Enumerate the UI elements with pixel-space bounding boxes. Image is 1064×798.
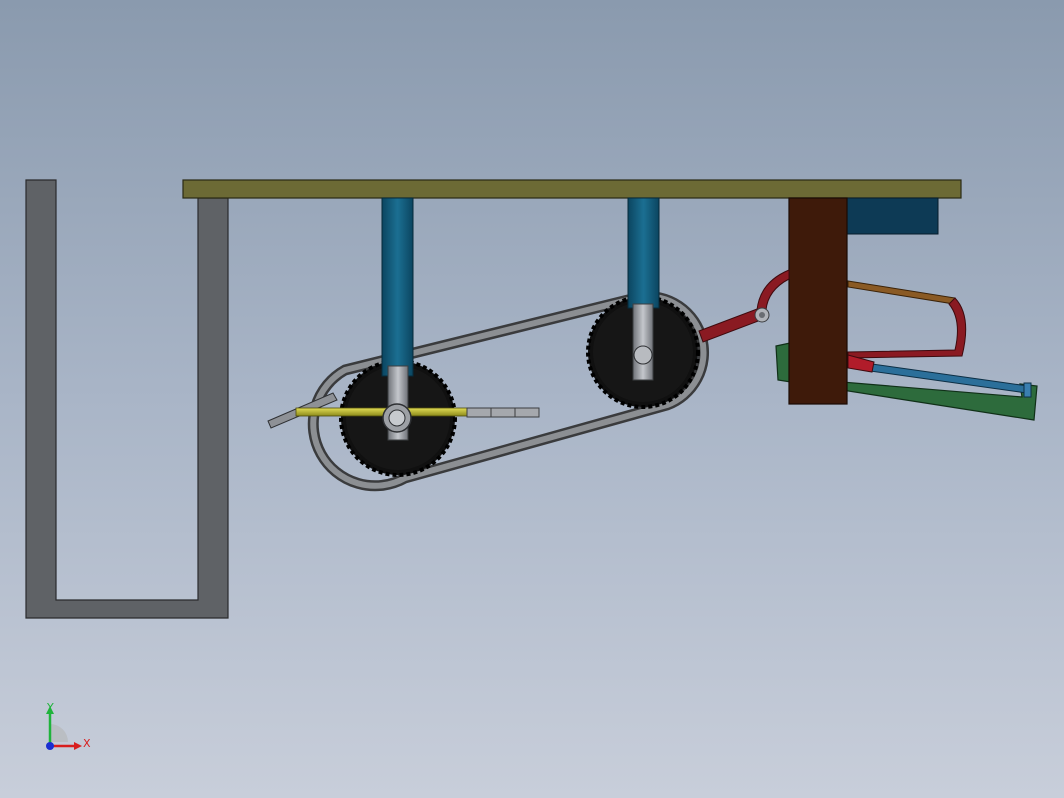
u-frame: [25, 179, 229, 619]
cad-viewport[interactable]: Y X: [0, 0, 1064, 798]
x-axis-label: X: [83, 737, 91, 750]
rod-tip: [1023, 382, 1032, 398]
right-shaft: [632, 303, 654, 381]
left-column: [381, 197, 414, 377]
vertical-post: [788, 197, 848, 405]
z-axis-dot: [46, 742, 54, 750]
right-column: [627, 197, 660, 309]
right-hub: [633, 345, 653, 365]
upper-arm: [847, 280, 956, 305]
orientation-triad: Y X: [46, 701, 91, 750]
connecting-link: [698, 308, 762, 343]
motor-block: [839, 197, 939, 235]
y-axis-label: Y: [46, 701, 54, 714]
table-top-plate: [182, 179, 962, 199]
assembly-view: [25, 179, 1038, 619]
